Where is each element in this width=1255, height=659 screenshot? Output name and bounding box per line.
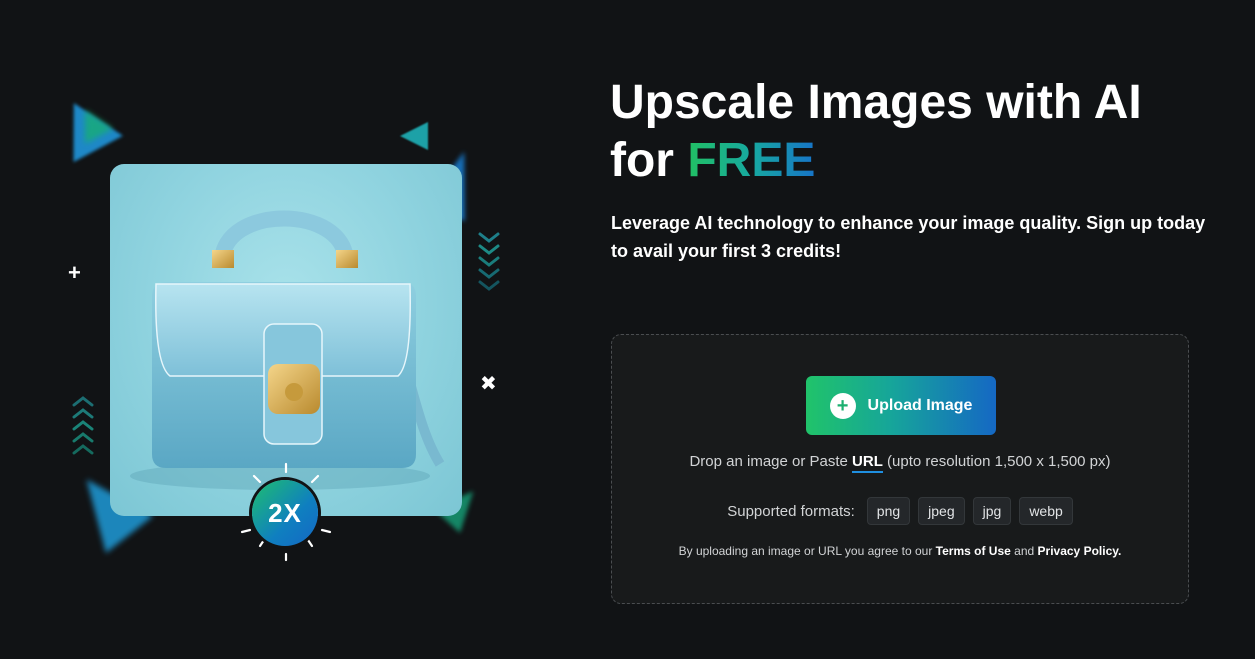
format-tag: png xyxy=(866,497,911,525)
plus-circle-icon: + xyxy=(829,392,856,419)
terms-notice: By uploading an image or URL you agree t… xyxy=(612,544,1188,558)
terms-and: and xyxy=(1014,544,1035,558)
drop-instructions: Drop an image or Paste URL (upto resolut… xyxy=(612,453,1188,473)
drop-prefix: Drop an image or Paste xyxy=(689,453,848,470)
terms-of-use-link[interactable]: Terms of Use xyxy=(936,544,1011,558)
format-tag: jpg xyxy=(972,497,1012,525)
drop-suffix: (upto resolution 1,500 x 1,500 px) xyxy=(887,453,1111,470)
title-for: for xyxy=(610,134,674,187)
format-tag: jpeg xyxy=(918,497,965,525)
triangle-decoration xyxy=(400,122,428,150)
chevrons-up-icon xyxy=(72,396,94,455)
upload-button-label: Upload Image xyxy=(867,396,973,414)
title-free-highlight: FREE xyxy=(687,134,816,187)
upscale-2x-badge: 2X xyxy=(252,480,318,546)
supported-formats: Supported formats: png jpeg jpg webp xyxy=(612,497,1188,525)
page-title: Upscale Images with AI for FREE xyxy=(610,74,1230,190)
privacy-policy-link[interactable]: Privacy Policy. xyxy=(1038,544,1122,558)
paste-url-link[interactable]: URL xyxy=(852,453,883,473)
plus-icon: + xyxy=(68,260,81,285)
terms-prefix: By uploading an image or URL you agree t… xyxy=(678,544,933,558)
formats-label: Supported formats: xyxy=(727,502,855,520)
upload-dropzone[interactable]: + Upload Image Drop an image or Paste UR… xyxy=(611,334,1189,604)
chevrons-down-icon xyxy=(478,232,500,291)
upload-image-button[interactable]: + Upload Image xyxy=(806,376,996,435)
close-icon: ✖ xyxy=(480,373,497,395)
format-tag: webp xyxy=(1019,497,1073,525)
hero-illustration: + ✖ 2X xyxy=(0,0,560,659)
title-line-1: Upscale Images with AI xyxy=(610,76,1142,129)
hero-subtitle: Leverage AI technology to enhance your i… xyxy=(611,213,1206,261)
